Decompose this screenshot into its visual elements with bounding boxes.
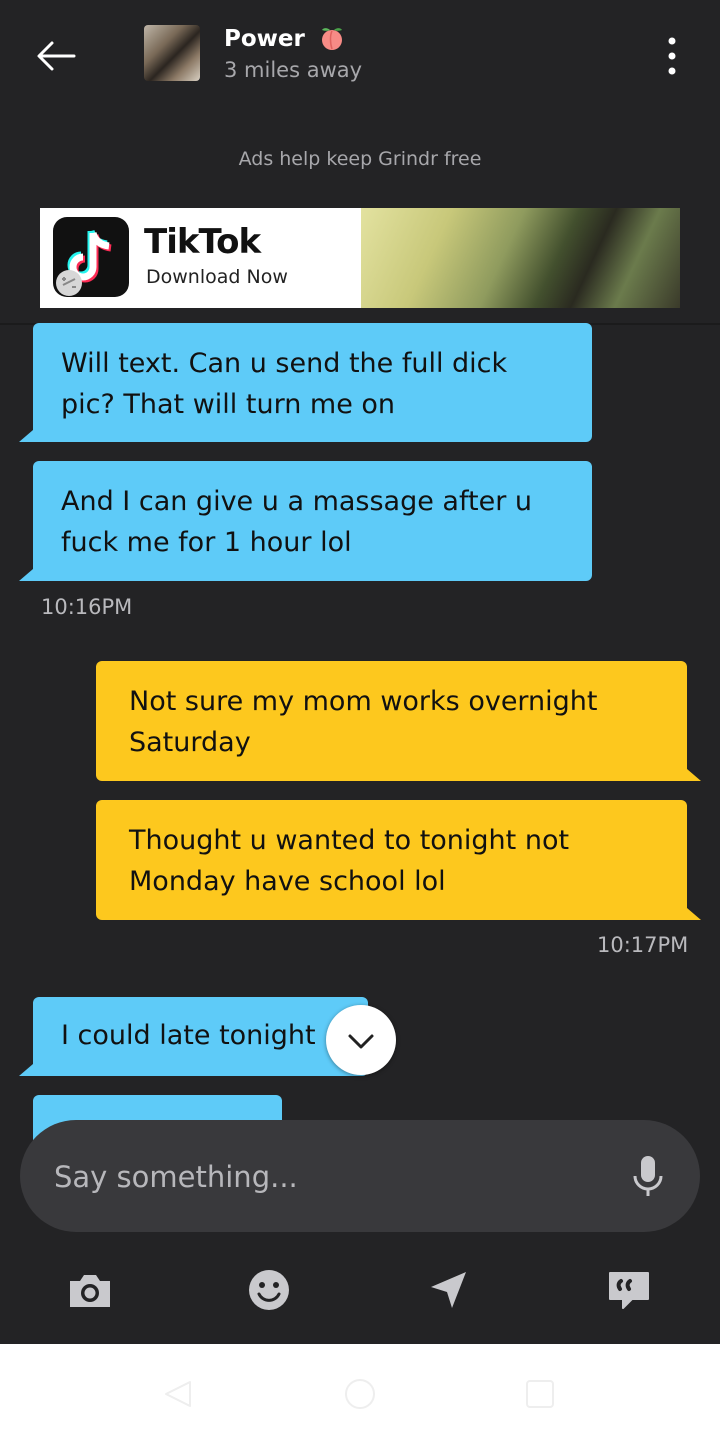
saved-phrases-icon: [609, 1272, 649, 1309]
ad-title: TikTok: [144, 222, 261, 262]
message-text: Not sure my mom works overnight Saturday: [129, 686, 598, 758]
ads-note: Ads help keep Grindr free: [238, 148, 482, 170]
chevron-down-icon: [348, 1034, 374, 1049]
chat-toolbar: [0, 1255, 720, 1325]
message-text: Thought u wanted to tonight not Monday h…: [129, 825, 570, 897]
message-bubble-incoming[interactable]: I could late tonight: [33, 997, 368, 1076]
bubble-tail: [19, 1064, 33, 1076]
profile-distance: 3 miles away: [224, 58, 363, 82]
scroll-to-bottom-button[interactable]: [326, 1005, 396, 1075]
message-text: I could late tonight: [61, 1020, 316, 1051]
ad-image: [361, 208, 680, 308]
profile-name: Power: [224, 26, 305, 52]
ad-subtitle: Download Now: [146, 266, 288, 288]
system-navigation-bar: [0, 1344, 720, 1440]
bubble-tail: [19, 430, 33, 442]
share-location-button[interactable]: [426, 1267, 472, 1313]
chat-screen: Power 3 miles away Ads help keep Grindr …: [0, 0, 720, 1344]
message-timestamp: 10:16PM: [41, 595, 133, 619]
nav-recents-button[interactable]: [522, 1376, 558, 1416]
nav-recents-icon: [526, 1380, 554, 1408]
nav-back-button[interactable]: [160, 1376, 196, 1416]
bubble-tail: [687, 769, 701, 781]
microphone-icon: [633, 1156, 663, 1196]
bubble-tail: [19, 569, 33, 581]
message-bubble-incoming[interactable]: Will text. Can u send the full dick pic?…: [33, 323, 592, 442]
emoji-button[interactable]: [246, 1267, 292, 1313]
chat-header: Power 3 miles away: [0, 0, 720, 118]
ad-banner[interactable]: TikTok Download Now: [40, 208, 680, 308]
bubble-tail: [687, 908, 701, 920]
nav-home-button[interactable]: [342, 1376, 378, 1416]
back-arrow-icon: [37, 41, 76, 71]
message-bubble-outgoing[interactable]: Thought u wanted to tonight not Monday h…: [96, 800, 687, 920]
saved-phrases-button[interactable]: [606, 1267, 652, 1313]
nav-home-icon: [345, 1379, 375, 1409]
more-options-button[interactable]: [650, 30, 694, 82]
camera-button[interactable]: [67, 1267, 113, 1313]
message-text: And I can give u a massage after u fuck …: [61, 486, 532, 558]
more-vertical-icon: [668, 37, 676, 75]
profile-avatar[interactable]: [144, 25, 200, 81]
peach-emoji-icon: [321, 27, 342, 50]
location-icon: [431, 1272, 466, 1308]
message-composer: [20, 1120, 700, 1232]
message-bubble-outgoing[interactable]: Not sure my mom works overnight Saturday: [96, 661, 687, 781]
message-timestamp: 10:17PM: [597, 933, 689, 957]
emoji-icon: [249, 1270, 289, 1310]
tiktok-logo-icon: [53, 217, 129, 297]
message-input[interactable]: [52, 1150, 616, 1204]
camera-icon: [70, 1275, 110, 1307]
message-text: Will text. Can u send the full dick pic?…: [61, 348, 508, 420]
message-bubble-incoming[interactable]: And I can give u a massage after u fuck …: [33, 461, 592, 581]
nav-back-icon: [165, 1381, 191, 1407]
voice-message-button[interactable]: [626, 1154, 670, 1200]
back-button[interactable]: [30, 30, 84, 84]
profile-name-row[interactable]: Power: [224, 26, 345, 52]
